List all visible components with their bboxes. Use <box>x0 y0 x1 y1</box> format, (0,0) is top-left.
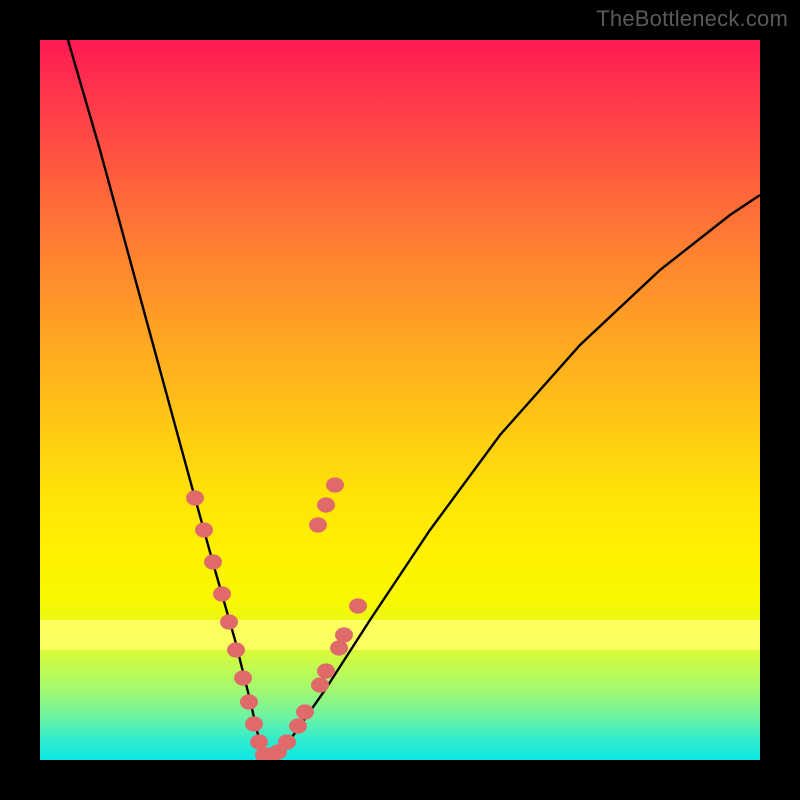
marker-dot <box>335 627 353 642</box>
marker-dot <box>296 704 314 719</box>
marker-dot <box>220 614 238 629</box>
marker-dot <box>311 677 329 692</box>
marker-dot <box>317 663 335 678</box>
marker-dot <box>278 734 296 749</box>
marker-dot <box>195 522 213 537</box>
marker-dot <box>349 598 367 613</box>
marker-dot <box>309 517 327 532</box>
marker-dot <box>330 640 348 655</box>
marker-dot <box>250 734 268 749</box>
marker-dot <box>204 554 222 569</box>
marker-dot <box>227 642 245 657</box>
marker-dot <box>317 497 335 512</box>
watermark-text: TheBottleneck.com <box>596 6 788 32</box>
marker-dot <box>289 718 307 733</box>
chart-frame: TheBottleneck.com <box>0 0 800 800</box>
marker-dot <box>213 586 231 601</box>
marker-dot <box>326 477 344 492</box>
curve-group <box>68 40 760 760</box>
marker-dot <box>240 694 258 709</box>
plot-area <box>40 40 760 760</box>
marker-dot <box>234 670 252 685</box>
marker-group <box>186 477 367 760</box>
curve-svg <box>40 40 760 760</box>
curve-right-branch <box>265 195 760 760</box>
marker-dot <box>245 716 263 731</box>
marker-dot <box>186 490 204 505</box>
